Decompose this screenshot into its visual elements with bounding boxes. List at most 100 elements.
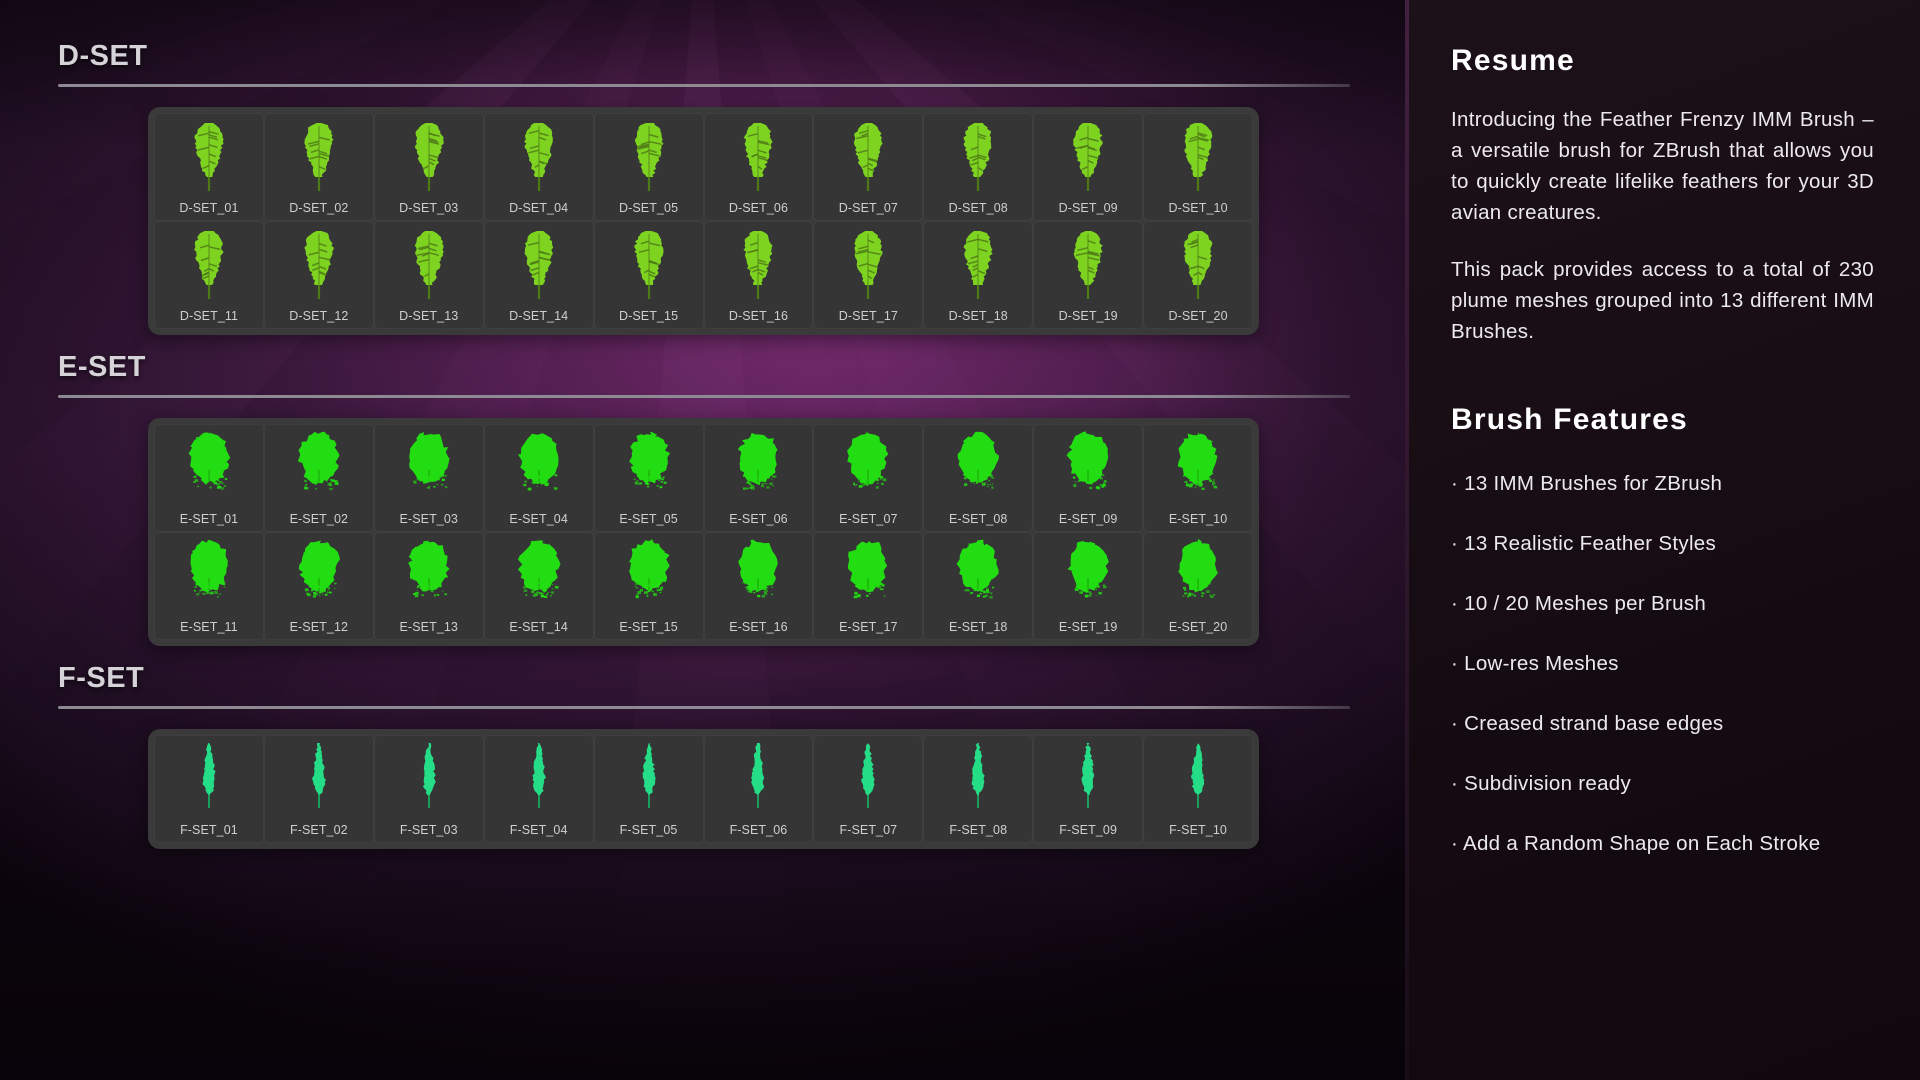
feather-icon xyxy=(375,428,483,510)
thumbnail-tile[interactable]: D-SET_16 xyxy=(703,221,814,329)
thumbnail-tile[interactable]: E-SET_15 xyxy=(593,532,704,640)
thumbnail-tile[interactable]: D-SET_08 xyxy=(923,113,1034,221)
thumbnail-tile[interactable]: D-SET_15 xyxy=(593,221,704,329)
feather-icon xyxy=(1034,536,1142,618)
thumbnail-label: D-SET_20 xyxy=(1168,309,1228,323)
feather-icon xyxy=(155,536,263,618)
thumbnail-tile[interactable]: F-SET_02 xyxy=(263,735,374,843)
thumbnail-tile[interactable]: E-SET_09 xyxy=(1033,424,1144,532)
thumbnail-label: F-SET_10 xyxy=(1169,823,1227,837)
thumbnail-tile[interactable]: D-SET_10 xyxy=(1143,113,1253,221)
thumbnail-tile[interactable]: E-SET_03 xyxy=(373,424,484,532)
thumbnail-label: E-SET_03 xyxy=(399,512,458,526)
thumbnail-tile[interactable]: D-SET_13 xyxy=(373,221,484,329)
thumbnail-tile[interactable]: F-SET_06 xyxy=(703,735,814,843)
thumbnail-grid-d-set: D-SET_01 D-SET_02 D-SET_03 D-SET_04 D-SET_05… xyxy=(154,113,1253,329)
thumbnail-tile[interactable]: D-SET_18 xyxy=(923,221,1034,329)
feather-icon xyxy=(924,739,1032,821)
feather-icon xyxy=(1144,536,1252,618)
thumbnail-tile[interactable]: D-SET_05 xyxy=(593,113,704,221)
thumbnail-label: E-SET_04 xyxy=(509,512,568,526)
thumbnail-label: F-SET_08 xyxy=(949,823,1008,837)
thumbnail-label: D-SET_19 xyxy=(1058,309,1118,323)
thumbnail-tile[interactable]: F-SET_01 xyxy=(154,735,264,843)
thumbnail-tile[interactable]: D-SET_17 xyxy=(813,221,924,329)
thumbnail-tile[interactable]: D-SET_06 xyxy=(703,113,814,221)
thumbnail-tile[interactable]: E-SET_11 xyxy=(154,532,264,640)
thumbnail-tile[interactable]: E-SET_10 xyxy=(1143,424,1253,532)
feather-icon xyxy=(265,428,373,510)
feather-icon xyxy=(924,536,1032,618)
section-title-f-set: F-SET xyxy=(58,662,145,694)
thumbnail-label: D-SET_16 xyxy=(728,309,789,323)
feather-icon xyxy=(705,428,813,510)
feather-icon xyxy=(595,739,703,821)
thumbnail-label: E-SET_13 xyxy=(399,620,458,634)
thumbnail-tile[interactable]: D-SET_12 xyxy=(263,221,374,329)
thumbnail-tile[interactable]: E-SET_06 xyxy=(703,424,814,532)
thumbnail-label: E-SET_06 xyxy=(729,512,788,526)
thumbnail-tile[interactable]: E-SET_14 xyxy=(483,532,594,640)
resume-paragraph-1: Introducing the Feather Frenzy IMM Brush… xyxy=(1451,108,1874,224)
thumbnail-label: D-SET_17 xyxy=(838,309,898,323)
thumbnail-label: E-SET_05 xyxy=(619,512,678,526)
feather-icon xyxy=(595,428,703,510)
thumbnail-label: F-SET_07 xyxy=(839,823,898,837)
thumbnail-tile[interactable]: F-SET_09 xyxy=(1033,735,1144,843)
thumbnail-tile[interactable]: E-SET_13 xyxy=(373,532,484,640)
thumbnail-tile[interactable]: F-SET_08 xyxy=(923,735,1034,843)
thumbnail-tile[interactable]: E-SET_17 xyxy=(813,532,924,640)
thumbnail-label: F-SET_05 xyxy=(619,823,678,837)
thumbnail-grid-e-set: E-SET_01 E-SET_02 E-SET_03 E-SET_04 E-SET_05… xyxy=(154,424,1253,640)
thumbnail-tile[interactable]: D-SET_09 xyxy=(1033,113,1144,221)
thumbnail-tile[interactable]: F-SET_10 xyxy=(1143,735,1253,843)
thumbnail-tile[interactable]: D-SET_03 xyxy=(373,113,484,221)
thumbnail-tile[interactable]: F-SET_04 xyxy=(483,735,594,843)
thumbnail-tile[interactable]: F-SET_03 xyxy=(373,735,484,843)
feather-icon xyxy=(265,225,373,307)
thumbnail-tile[interactable]: E-SET_18 xyxy=(923,532,1034,640)
thumbnail-label: F-SET_09 xyxy=(1059,823,1118,837)
thumbnail-tile[interactable]: D-SET_04 xyxy=(483,113,594,221)
features-list: · 13 IMM Brushes for ZBrush · 13 Realisti… xyxy=(1451,469,1874,859)
thumbnail-label: D-SET_01 xyxy=(179,201,239,215)
feather-icon xyxy=(265,117,373,199)
section-divider-e-set xyxy=(58,395,1350,398)
thumbnail-tile[interactable]: E-SET_12 xyxy=(263,532,374,640)
thumbnail-tile[interactable]: E-SET_02 xyxy=(263,424,374,532)
thumbnail-label: F-SET_06 xyxy=(729,823,788,837)
feather-icon xyxy=(1144,225,1252,307)
section-title-d-set: D-SET xyxy=(58,40,148,72)
thumbnail-tile[interactable]: D-SET_01 xyxy=(154,113,264,221)
thumbnail-tile[interactable]: D-SET_14 xyxy=(483,221,594,329)
thumbnail-tile[interactable]: E-SET_04 xyxy=(483,424,594,532)
thumbnail-tile[interactable]: E-SET_05 xyxy=(593,424,704,532)
set-sections: D-SET D-SET_01 D-SET_02 D-SET_03 D-SET_04 D-S… xyxy=(0,0,1405,849)
feather-icon xyxy=(155,225,263,307)
thumbnail-tile[interactable]: D-SET_11 xyxy=(154,221,264,329)
feather-icon xyxy=(1034,117,1142,199)
feather-icon xyxy=(485,117,593,199)
feather-icon xyxy=(595,536,703,618)
thumbnail-tile[interactable]: F-SET_05 xyxy=(593,735,704,843)
thumbnail-tile[interactable]: E-SET_08 xyxy=(923,424,1034,532)
thumbnail-tile[interactable]: D-SET_19 xyxy=(1033,221,1144,329)
thumbnail-label: E-SET_01 xyxy=(179,512,239,526)
thumbnail-tile[interactable]: E-SET_20 xyxy=(1143,532,1253,640)
feather-icon xyxy=(375,117,483,199)
thumbnail-label: E-SET_08 xyxy=(949,512,1008,526)
feather-icon xyxy=(1034,428,1142,510)
thumbnail-label: D-SET_05 xyxy=(618,201,679,215)
feather-icon xyxy=(375,536,483,618)
thumbnail-tile[interactable]: D-SET_20 xyxy=(1143,221,1253,329)
thumbnail-tile[interactable]: E-SET_01 xyxy=(154,424,264,532)
thumbnail-tile[interactable]: E-SET_07 xyxy=(813,424,924,532)
feather-icon xyxy=(705,117,813,199)
thumbnail-tile[interactable]: D-SET_07 xyxy=(813,113,924,221)
thumbnail-tile[interactable]: E-SET_19 xyxy=(1033,532,1144,640)
thumbnail-label: D-SET_09 xyxy=(1058,201,1118,215)
thumbnail-tile[interactable]: D-SET_02 xyxy=(263,113,374,221)
thumbnail-grid-f-set: F-SET_01 F-SET_02 F-SET_03 F-SET_04 F-SET_05… xyxy=(154,735,1253,843)
thumbnail-tile[interactable]: F-SET_07 xyxy=(813,735,924,843)
thumbnail-tile[interactable]: E-SET_16 xyxy=(703,532,814,640)
